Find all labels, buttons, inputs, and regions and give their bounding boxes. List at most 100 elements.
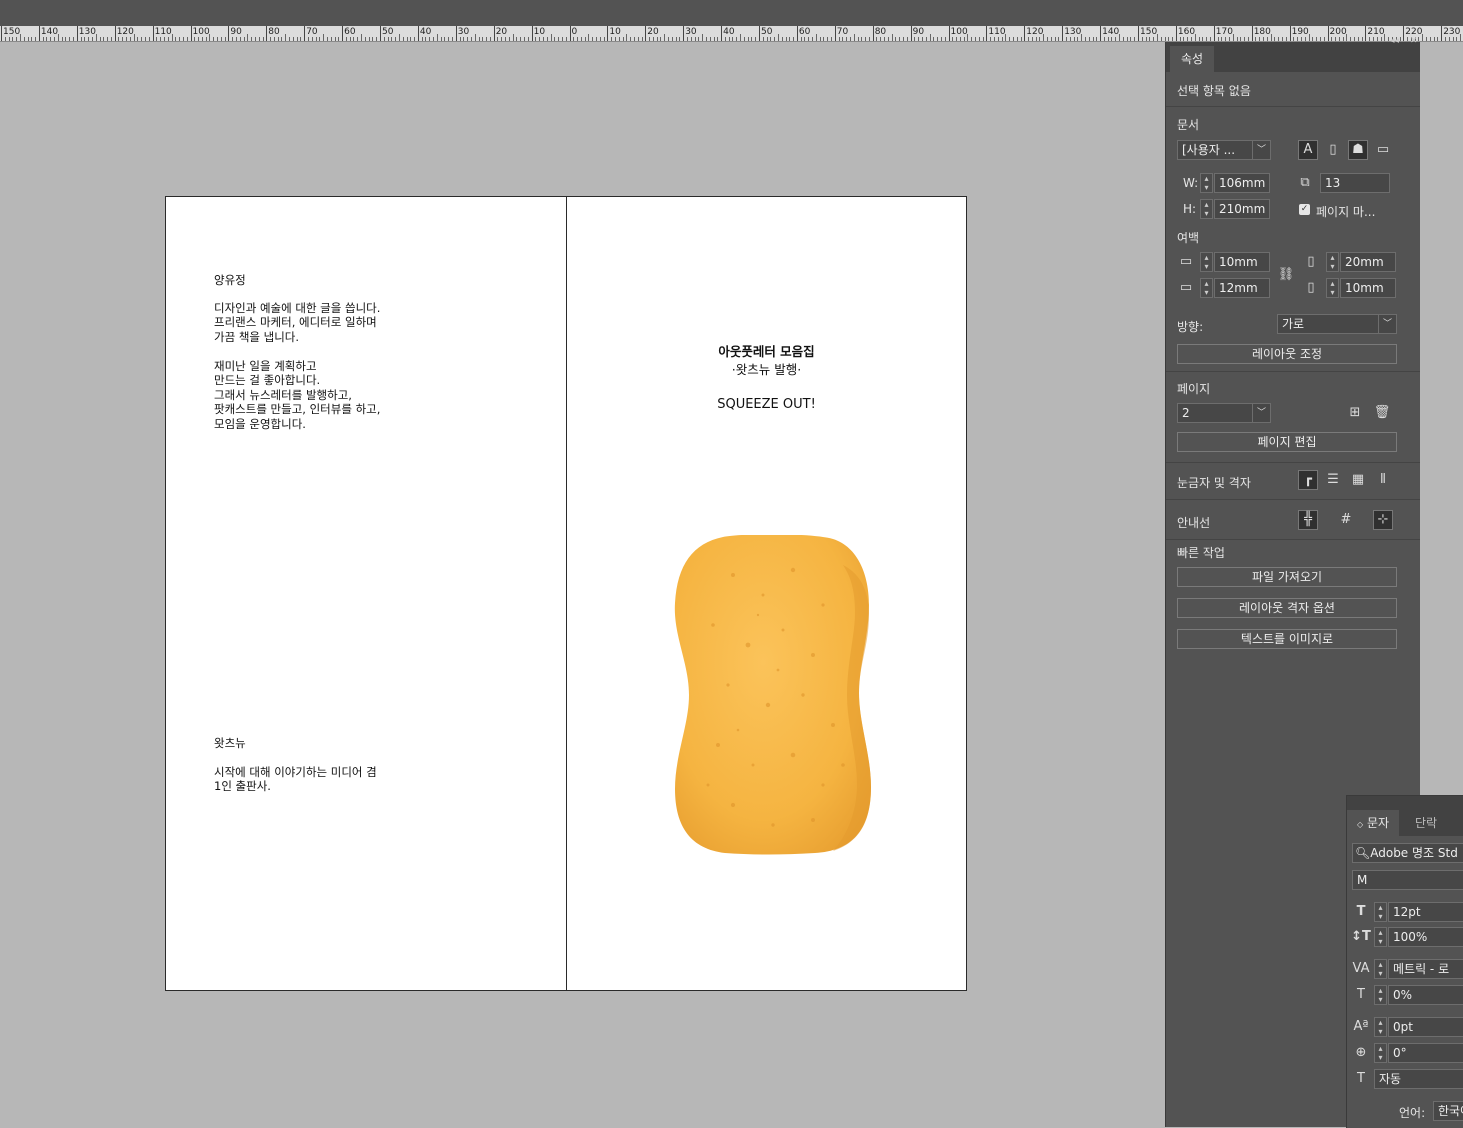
width-field[interactable]: 106mm xyxy=(1214,173,1270,193)
tab-character[interactable]: ◇ 문자 xyxy=(1347,810,1399,836)
horizontal-ruler[interactable]: 150 140 130 120 110 100 90 80 70 60 50 40 30 20 10 0 10 2… xyxy=(0,26,1463,42)
tsume-field[interactable]: 0% xyxy=(1388,985,1463,1005)
place-file-button[interactable]: 파일 가져오기 xyxy=(1177,567,1397,587)
kerning-field[interactable]: 메트릭 - 로 xyxy=(1388,959,1463,979)
ruler-minor-tick xyxy=(91,37,93,41)
double-chevron-left-icon[interactable]: ◂◂ xyxy=(1390,36,1399,46)
ruler-minor-tick xyxy=(929,34,931,41)
add-page-icon[interactable]: ⊞ xyxy=(1345,403,1365,423)
height-field[interactable]: 210mm xyxy=(1214,199,1270,219)
document-grid-icon[interactable]: ▦ xyxy=(1348,470,1368,490)
tab-paragraph[interactable]: 단락 xyxy=(1399,810,1453,836)
smart-guides-icon[interactable]: ⊹ xyxy=(1373,510,1393,530)
ruler-minor-tick xyxy=(361,34,363,41)
orientation-dropdown[interactable]: 가로 ﹀ xyxy=(1277,314,1397,334)
margin-outside-stepper[interactable]: ▴ ▾ xyxy=(1326,278,1339,298)
ruler-minor-tick xyxy=(4,37,6,41)
ruler-minor-tick xyxy=(1297,37,1299,41)
ruler-label: 90 xyxy=(230,27,242,37)
ruler-label: 50 xyxy=(382,27,394,37)
author-bio[interactable]: 디자인과 예술에 대한 글을 씁니다. 프리랜스 마케터, 에디터로 일하며 가… xyxy=(214,301,380,344)
margin-bottom-field[interactable]: 12mm xyxy=(1214,278,1270,298)
font-size-stepper[interactable]: ▴ ▾ xyxy=(1374,902,1387,922)
ruler-minor-tick xyxy=(906,37,908,41)
layout-grid-options-button[interactable]: 레이아웃 격자 옵션 xyxy=(1177,598,1397,618)
pages-count-field[interactable]: 13 xyxy=(1320,173,1390,193)
layout-grid-icon[interactable]: ⦀ xyxy=(1373,470,1393,490)
portrait-person-icon[interactable]: ☗ xyxy=(1348,140,1368,160)
ruler-tick xyxy=(1251,26,1253,41)
ruler-minor-tick xyxy=(1096,37,1098,41)
ruler-minor-tick xyxy=(194,37,196,41)
chevron-down-icon[interactable]: ﹀ xyxy=(1378,315,1396,333)
leading-field[interactable]: 자동 xyxy=(1374,1069,1463,1089)
ruler-label: 190 xyxy=(1291,27,1309,37)
ruler-minor-tick xyxy=(387,37,389,41)
author-name[interactable]: 양유정 xyxy=(214,273,246,287)
margin-top-field[interactable]: 10mm xyxy=(1214,252,1270,272)
vertical-scale-field[interactable]: 100% xyxy=(1388,927,1463,947)
ruler-icon[interactable]: ┏ xyxy=(1298,470,1318,490)
ruler-tick xyxy=(1289,26,1291,41)
pasteboard[interactable]: 양유정 디자인과 예술에 대한 글을 씁니다. 프리랜스 마케터, 에디터로 일… xyxy=(0,42,1165,1127)
margin-bottom-stepper[interactable]: ▴ ▾ xyxy=(1200,278,1213,298)
vertical-scale-stepper[interactable]: ▴ ▾ xyxy=(1374,927,1387,947)
trash-icon[interactable]: 🗑 xyxy=(1372,403,1392,423)
chevron-down-icon[interactable]: ﹀ xyxy=(1252,141,1270,159)
font-size-field[interactable]: 12pt xyxy=(1388,902,1463,922)
portrait-orientation-icon[interactable]: ▯ xyxy=(1323,140,1343,160)
font-style-field[interactable]: M xyxy=(1352,870,1463,890)
kerning-stepper[interactable]: ▴ ▾ xyxy=(1374,959,1387,979)
sponge-image[interactable] xyxy=(673,535,873,855)
font-family-field[interactable]: 🔍︎Adobe 명조 Std xyxy=(1352,843,1463,863)
baseline-grid-icon[interactable]: ☰ xyxy=(1323,470,1343,490)
book-title[interactable]: 아웃풋레터 모음집 xyxy=(567,341,966,360)
document-preset-dropdown[interactable]: [사용자 ... ﹀ xyxy=(1177,140,1271,160)
ruler-minor-tick xyxy=(713,37,715,41)
baseline-shift-stepper[interactable]: ▴ ▾ xyxy=(1374,1017,1387,1037)
text-to-image-button[interactable]: 텍스트를 이미지로 xyxy=(1177,629,1397,649)
width-stepper[interactable]: ▴ ▾ xyxy=(1200,173,1213,193)
margin-inside-stepper[interactable]: ▴ ▾ xyxy=(1326,252,1339,272)
ruler-minor-tick xyxy=(637,37,639,41)
tsume-stepper[interactable]: ▴ ▾ xyxy=(1374,985,1387,1005)
margin-outside-field[interactable]: 10mm xyxy=(1340,278,1396,298)
publisher-name[interactable]: 왓츠뉴 xyxy=(214,736,246,750)
ruler-minor-tick xyxy=(292,37,294,41)
facing-pages-checkbox[interactable]: ✓ xyxy=(1299,204,1310,215)
tab-properties[interactable]: 속성 xyxy=(1170,46,1214,72)
ruler-minor-tick xyxy=(1069,37,1071,41)
book-tagline[interactable]: SQUEEZE OUT! xyxy=(567,397,966,412)
language-field[interactable]: 한국어 xyxy=(1433,1101,1463,1121)
rotation-field[interactable]: 0° xyxy=(1388,1043,1463,1063)
chain-link-icon[interactable]: ⛓ xyxy=(1276,265,1296,285)
publisher-desc[interactable]: 시작에 대해 이야기하는 미디어 겸 1인 출판사. xyxy=(214,765,377,794)
ruler-minor-tick xyxy=(205,37,207,41)
chevron-down-icon[interactable]: ﹀ xyxy=(1252,404,1270,422)
author-bio-2[interactable]: 재미난 일을 계획하고 만드는 걸 좋아합니다. 그래서 뉴스레터를 발행하고,… xyxy=(214,359,380,431)
baseline-shift-field[interactable]: 0pt xyxy=(1388,1017,1463,1037)
ruler-tick xyxy=(1175,26,1177,41)
margin-top-stepper[interactable]: ▴ ▾ xyxy=(1200,252,1213,272)
adjust-layout-button[interactable]: 레이아웃 조정 xyxy=(1177,344,1397,364)
lock-guides-icon[interactable]: # xyxy=(1336,510,1356,530)
edit-page-button[interactable]: 페이지 편집 xyxy=(1177,432,1397,452)
rotation-stepper[interactable]: ▴ ▾ xyxy=(1374,1043,1387,1063)
ruler-minor-tick xyxy=(717,37,719,41)
left-page[interactable]: 양유정 디자인과 예술에 대한 글을 씁니다. 프리랜스 마케터, 에디터로 일… xyxy=(165,196,567,991)
ruler-minor-tick xyxy=(815,34,817,41)
show-guides-icon[interactable]: ╬ xyxy=(1298,510,1318,530)
margin-inside-field[interactable]: 20mm xyxy=(1340,252,1396,272)
landscape-orientation-icon[interactable]: ▭ xyxy=(1373,140,1393,160)
book-subtitle[interactable]: ·왓츠뉴 발행· xyxy=(567,359,966,378)
right-page[interactable]: 아웃풋레터 모음집 ·왓츠뉴 발행· SQUEEZE OUT! xyxy=(566,196,967,991)
height-stepper[interactable]: ▴ ▾ xyxy=(1200,199,1213,219)
intent-print-icon[interactable]: A xyxy=(1298,140,1318,160)
ruler-minor-tick xyxy=(1092,37,1094,41)
ruler-minor-tick xyxy=(497,37,499,41)
close-icon[interactable]: ✕ xyxy=(1410,36,1418,46)
ruler-minor-tick xyxy=(664,34,666,41)
page-dropdown[interactable]: 2 ﹀ xyxy=(1177,403,1271,423)
ruler-minor-tick xyxy=(630,37,632,41)
ruler-minor-tick xyxy=(891,34,893,41)
